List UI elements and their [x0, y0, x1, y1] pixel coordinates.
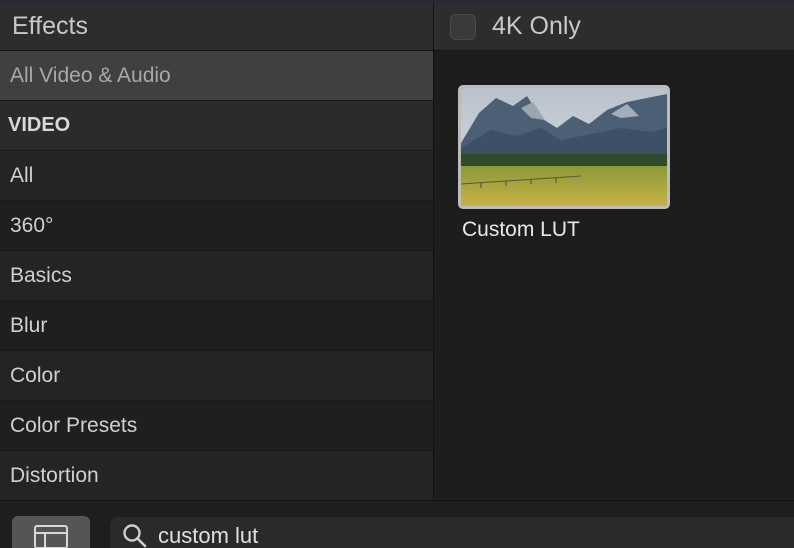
category-all[interactable]: All [0, 151, 433, 201]
search-input[interactable] [158, 523, 458, 548]
category-color-presets[interactable]: Color Presets [0, 401, 433, 451]
category-label: Color [10, 363, 61, 387]
4k-only-label[interactable]: 4K Only [492, 12, 581, 41]
category-label: All [10, 163, 34, 187]
effects-browser: Effects All Video & Audio VIDEO All 360°… [0, 0, 794, 548]
category-color[interactable]: Color [0, 351, 433, 401]
sidebar-header: Effects [0, 3, 433, 51]
effect-item-custom-lut[interactable]: Custom LUT [458, 85, 670, 242]
category-distortion[interactable]: Distortion [0, 451, 433, 501]
category-label: Basics [10, 263, 72, 287]
category-blur[interactable]: Blur [0, 301, 433, 351]
filter-bar: 4K Only [434, 3, 794, 51]
mountain-landscape-image [461, 88, 667, 206]
category-label: 360° [10, 213, 54, 237]
4k-only-checkbox[interactable] [450, 13, 476, 40]
category-label: Distortion [10, 463, 99, 487]
bottom-toolbar [0, 500, 794, 548]
effect-name: Custom LUT [462, 218, 580, 241]
sidebar-toggle-icon [34, 525, 68, 548]
category-all-video-audio[interactable]: All Video & Audio [0, 51, 433, 101]
category-label: Color Presets [10, 413, 138, 437]
search-field[interactable] [110, 517, 794, 548]
category-360[interactable]: 360° [0, 201, 433, 251]
sidebar-toggle-button[interactable] [12, 516, 90, 548]
sidebar-title: Effects [12, 12, 88, 40]
effect-thumbnail[interactable] [458, 85, 670, 209]
effects-sidebar: Effects All Video & Audio VIDEO All 360°… [0, 3, 434, 501]
category-list: All Video & Audio VIDEO All 360° Basics … [0, 51, 433, 501]
effects-results-pane: 4K Only Custom LUT [434, 3, 794, 500]
category-label: Blur [10, 313, 48, 337]
section-header-video: VIDEO [0, 101, 433, 151]
search-icon [123, 524, 147, 548]
category-basics[interactable]: Basics [0, 251, 433, 301]
category-label: All Video & Audio [10, 63, 171, 87]
section-label: VIDEO [8, 114, 71, 136]
